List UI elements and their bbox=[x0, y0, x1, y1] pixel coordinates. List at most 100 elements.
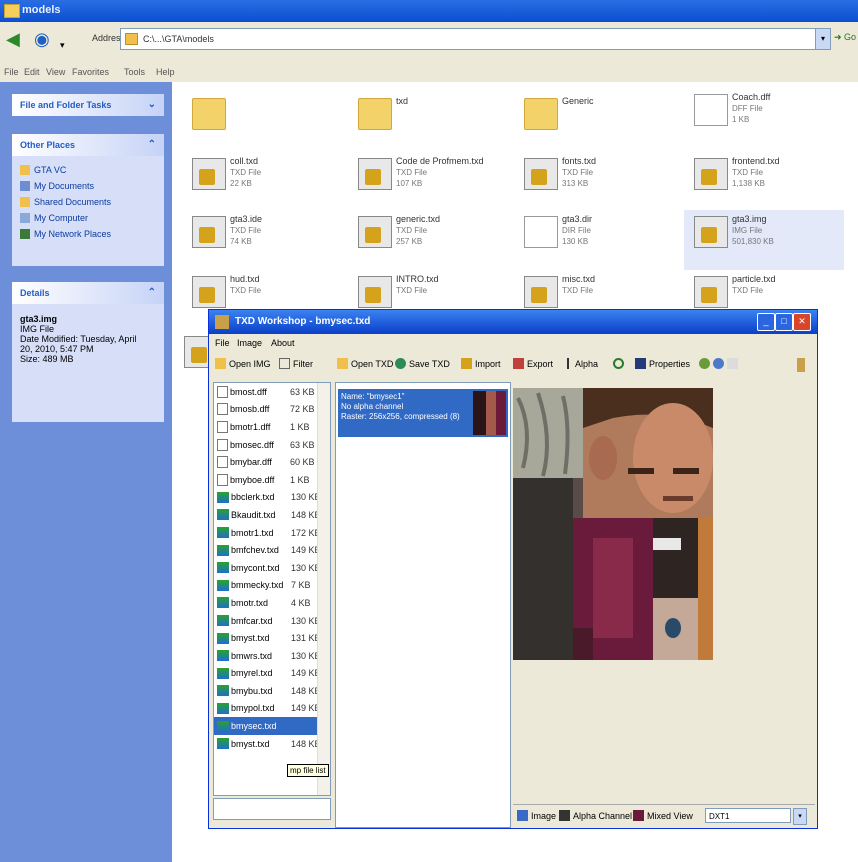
file-list-row[interactable]: Bkaudit.txd 148 KB bbox=[214, 506, 330, 524]
file-item[interactable]: txd bbox=[348, 92, 508, 152]
scrollbar[interactable] bbox=[317, 383, 330, 795]
file-list-row[interactable]: bmyboe.dff 1 KB bbox=[214, 471, 330, 489]
tools-button[interactable] bbox=[699, 358, 738, 369]
clipboard-icon bbox=[727, 358, 738, 369]
dff-icon bbox=[217, 420, 228, 433]
file-item[interactable]: frontend.txd TXD File 1,138 KB bbox=[684, 152, 844, 212]
menu-about[interactable]: About bbox=[271, 338, 295, 348]
file-item[interactable]: Generic bbox=[514, 92, 674, 152]
open-img-button[interactable]: Open IMG bbox=[215, 358, 271, 369]
file-list-row[interactable]: bmyst.txd 131 KB bbox=[214, 629, 330, 647]
close-button[interactable]: ✕ bbox=[793, 313, 811, 331]
settings-button[interactable] bbox=[797, 358, 805, 372]
chevron-down-icon[interactable]: ▾ bbox=[793, 808, 807, 825]
menu-favorites[interactable]: Favorites bbox=[72, 67, 109, 77]
file-list-row[interactable]: bmfchev.txd 149 KB bbox=[214, 541, 330, 559]
export-button[interactable]: Export bbox=[513, 358, 553, 369]
place-shared-documents[interactable]: Shared Documents bbox=[12, 194, 164, 210]
file-list-name: bmyrel.txd bbox=[231, 668, 273, 679]
file-item[interactable] bbox=[182, 92, 342, 152]
maximize-button[interactable]: □ bbox=[775, 313, 793, 331]
folder-icon bbox=[358, 98, 392, 130]
import-button[interactable]: Import bbox=[461, 358, 501, 369]
tools-icon bbox=[699, 358, 710, 369]
txd-icon bbox=[217, 650, 229, 662]
open-txd-button[interactable]: Open TXD bbox=[337, 358, 393, 369]
collapse-icon[interactable]: ⌃ bbox=[148, 139, 156, 150]
file-item[interactable] bbox=[182, 330, 218, 370]
texture-list[interactable]: Name: "bmysec1" No alpha channel Raster:… bbox=[335, 382, 511, 828]
other-places-header[interactable]: Other Places ⌃ bbox=[12, 134, 164, 156]
file-list-row-selected[interactable]: bmysec.txd bbox=[214, 717, 330, 735]
img-file-list[interactable]: bmost.dff 63 KB bmosb.dff 72 KB bmotr1.dff 1 … bbox=[213, 382, 331, 796]
file-name: INTRO.txd bbox=[396, 274, 439, 284]
file-item[interactable]: Coach.dff DFF File 1 KB bbox=[684, 88, 844, 148]
place-my-network[interactable]: My Network Places bbox=[12, 226, 164, 242]
file-item[interactable]: generic.txd TXD File 257 KB bbox=[348, 210, 508, 270]
image-view-button[interactable]: Image bbox=[517, 810, 556, 821]
save-icon bbox=[395, 358, 406, 369]
filter-input[interactable] bbox=[213, 798, 331, 820]
place-my-documents[interactable]: My Documents bbox=[12, 178, 164, 194]
format-select[interactable]: DXT1 bbox=[705, 808, 791, 823]
save-txd-button[interactable]: Save TXD bbox=[395, 358, 450, 369]
properties-button[interactable]: Properties bbox=[635, 358, 690, 369]
place-my-computer[interactable]: My Computer bbox=[12, 210, 164, 226]
file-list-row[interactable]: bmotr.txd 4 KB bbox=[214, 594, 330, 612]
file-list-row[interactable]: bbclerk.txd 130 KB bbox=[214, 489, 330, 507]
file-list-row[interactable]: bmybar.dff 60 KB bbox=[214, 453, 330, 471]
file-list-row[interactable]: bmycont.txd 130 KB bbox=[214, 559, 330, 577]
file-list-row[interactable]: bmotr1.txd 172 KB bbox=[214, 524, 330, 542]
mixed-view-button[interactable]: Mixed View bbox=[633, 810, 693, 821]
file-name: Coach.dff bbox=[732, 92, 771, 102]
menu-edit[interactable]: Edit bbox=[24, 67, 40, 77]
file-list-row[interactable]: bmypol.txd 149 KB bbox=[214, 700, 330, 718]
file-item[interactable]: gta3.ide TXD File 74 KB bbox=[182, 210, 342, 270]
forward-icon[interactable]: ◉ bbox=[34, 30, 50, 48]
file-list-row[interactable]: bmost.dff 63 KB bbox=[214, 383, 330, 401]
file-list-row[interactable]: bmosec.dff 63 KB bbox=[214, 436, 330, 454]
alpha-view-button[interactable]: Alpha Channel bbox=[559, 810, 632, 821]
file-list-row[interactable]: bmyrel.txd 149 KB bbox=[214, 665, 330, 683]
file-item[interactable]: fonts.txd TXD File 313 KB bbox=[514, 152, 674, 212]
address-dropdown-button[interactable]: ▾ bbox=[815, 28, 831, 50]
file-item[interactable]: gta3.dir DIR File 130 KB bbox=[514, 210, 674, 270]
alpha-button[interactable]: Alpha bbox=[567, 358, 598, 369]
file-list-row[interactable]: bmosb.dff 72 KB bbox=[214, 401, 330, 419]
menu-file[interactable]: File bbox=[215, 338, 230, 348]
place-gta[interactable]: GTA VC bbox=[12, 162, 164, 178]
file-item[interactable]: coll.txd TXD File 22 KB bbox=[182, 152, 342, 212]
go-button[interactable]: ➜ Go bbox=[834, 32, 856, 43]
file-list-name: bmybu.txd bbox=[231, 685, 273, 696]
file-list-row[interactable]: bmyst.txd 148 KB bbox=[214, 735, 330, 753]
collapse-icon[interactable]: ⌃ bbox=[148, 287, 156, 298]
texture-item-selected[interactable]: Name: "bmysec1" No alpha channel Raster:… bbox=[338, 389, 508, 437]
expand-icon[interactable]: ⌄ bbox=[148, 99, 156, 110]
file-list-row[interactable]: bmotr1.dff 1 KB bbox=[214, 418, 330, 436]
menu-image[interactable]: Image bbox=[237, 338, 262, 348]
menu-help[interactable]: Help bbox=[156, 67, 175, 77]
file-list-name: bmyboe.dff bbox=[230, 474, 275, 485]
dropdown-icon[interactable]: ▾ bbox=[60, 36, 65, 54]
txd-file-icon bbox=[358, 216, 392, 248]
button-label: Export bbox=[527, 358, 554, 369]
details-header[interactable]: Details ⌃ bbox=[12, 282, 164, 304]
menu-file[interactable]: File bbox=[4, 67, 19, 77]
menu-view[interactable]: View bbox=[46, 67, 65, 77]
back-icon[interactable]: ◀ bbox=[6, 30, 20, 48]
menu-tools[interactable]: Tools bbox=[124, 67, 145, 77]
file-name: hud.txd bbox=[230, 274, 260, 284]
zoom-button[interactable] bbox=[613, 358, 624, 369]
txd-icon bbox=[217, 720, 229, 732]
file-list-row[interactable]: bmwrs.txd 130 KB bbox=[214, 647, 330, 665]
file-list-row[interactable]: bmfcar.txd 130 KB bbox=[214, 612, 330, 630]
address-field[interactable]: C:\...\GTA\models bbox=[120, 28, 817, 50]
file-list-row[interactable]: bmybu.txd 148 KB bbox=[214, 682, 330, 700]
filter-button[interactable]: Filter bbox=[279, 358, 313, 369]
place-label: My Documents bbox=[34, 181, 95, 191]
minimize-button[interactable]: _ bbox=[757, 313, 775, 331]
file-item[interactable]: Code de Profmem.txd TXD File 107 KB bbox=[348, 152, 508, 212]
file-item-selected[interactable]: gta3.img IMG File 501,830 KB bbox=[684, 210, 844, 270]
file-list-row[interactable]: bmmecky.txd 7 KB bbox=[214, 577, 330, 595]
tasks-header[interactable]: File and Folder Tasks ⌄ bbox=[12, 94, 164, 116]
